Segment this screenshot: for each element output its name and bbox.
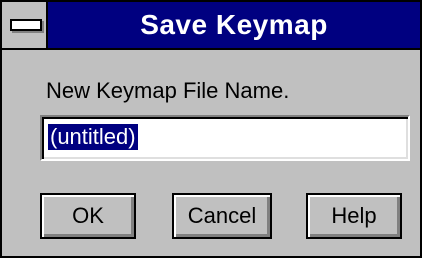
ok-button[interactable]: OK [40, 193, 136, 239]
filename-input[interactable]: (untitled) [40, 115, 410, 161]
filename-prompt-label: New Keymap File Name. [46, 78, 290, 103]
filename-input-value: (untitled) [47, 123, 139, 151]
save-keymap-dialog: Save Keymap New Keymap File Name. (untit… [0, 0, 422, 258]
cancel-button[interactable]: Cancel [172, 193, 272, 239]
title-bar[interactable]: Save Keymap [2, 2, 420, 50]
system-menu-icon [10, 19, 42, 31]
system-menu-button[interactable] [2, 2, 48, 48]
help-button[interactable]: Help [306, 193, 402, 239]
window-title: Save Keymap [140, 9, 328, 40]
